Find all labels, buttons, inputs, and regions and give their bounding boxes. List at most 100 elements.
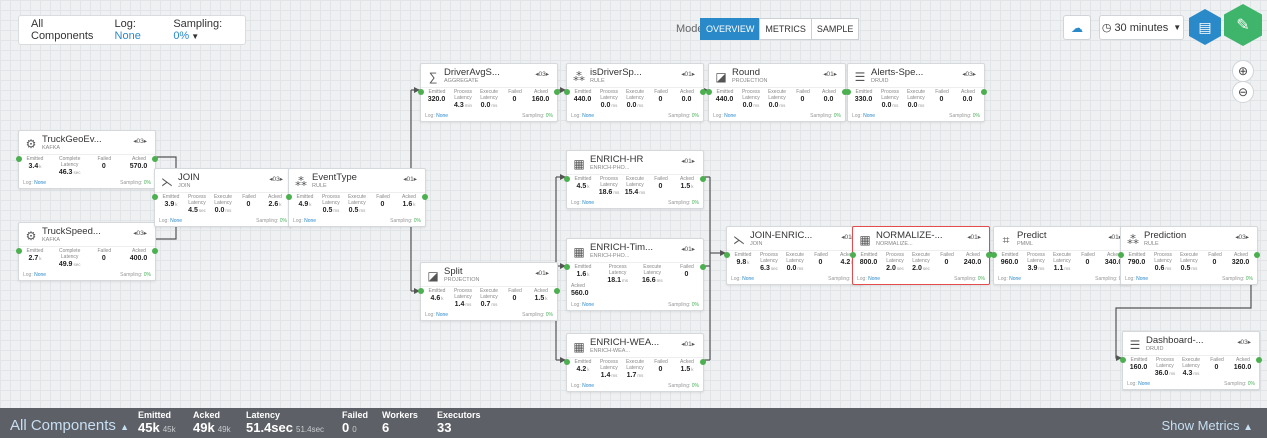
input-port[interactable] (991, 252, 997, 258)
node-alertsspe[interactable]: ☰ Alerts-Spe... DRUID ◂03▸ Emitted 330.0… (845, 63, 987, 122)
sampling-setting[interactable]: Sampling: 0% (668, 200, 699, 206)
input-port[interactable] (1118, 252, 1124, 258)
log-setting[interactable]: Log: None (731, 276, 754, 282)
log-setting[interactable]: Log: None (1125, 276, 1148, 282)
node-round[interactable]: ◪ Round PROJECTION ◂01▸ Emitted 440.0 Pr… (706, 63, 848, 122)
output-port[interactable] (1254, 252, 1260, 258)
parallelism-control[interactable]: ◂01▸ (681, 340, 695, 348)
parallelism-control[interactable]: ◂01▸ (823, 70, 837, 78)
parallelism-control[interactable]: ◂03▸ (269, 175, 283, 183)
parallelism-control[interactable]: ◂03▸ (133, 229, 147, 237)
node-truckgeo[interactable]: ⚙ TruckGeoEv... KAFKA ◂03▸ Emitted 3.4k … (16, 130, 158, 189)
input-port[interactable] (418, 288, 424, 294)
node-truckspeed[interactable]: ⚙ TruckSpeed... KAFKA ◂03▸ Emitted 2.7k … (16, 222, 158, 281)
sampling-setting[interactable]: Sampling: 0% (522, 113, 553, 119)
log-setting[interactable]: Log: None (425, 312, 448, 318)
node-normalize[interactable]: ▦ NORMALIZE-... NORMALIZE... ◂01▸ Emitte… (850, 226, 992, 285)
output-port[interactable] (1256, 357, 1262, 363)
sampling-setting[interactable]: Sampling: 0% (810, 113, 841, 119)
node-join[interactable]: ⋋ JOIN JOIN ◂03▸ Emitted 3.9k Process La… (152, 168, 294, 227)
show-metrics-button[interactable]: Show Metrics ▲ (1161, 418, 1253, 433)
parallelism-control[interactable]: ◂03▸ (1235, 233, 1249, 241)
sampling-setting[interactable]: Sampling: 0% (668, 113, 699, 119)
metric-label: Emitted (296, 194, 314, 200)
node-enrichtim[interactable]: ▦ ENRICH-Tim... ENRICH-PHO... ◂01▸ Emitt… (564, 238, 706, 311)
node-eventtype[interactable]: ⁂ EventType RULE ◂01▸ Emitted 4.9k Proce… (286, 168, 428, 227)
parallelism-control[interactable]: ◂01▸ (681, 245, 695, 253)
log-setting[interactable]: Log: None (852, 113, 875, 119)
parallelism-control[interactable]: ◂03▸ (535, 70, 549, 78)
sampling-setting[interactable]: Sampling: 0% (522, 312, 553, 318)
log-setting[interactable]: Log: None (857, 276, 880, 282)
input-port[interactable] (850, 252, 856, 258)
metric-value: 0 (512, 96, 517, 103)
parallelism-control[interactable]: ◂01▸ (535, 269, 549, 277)
metric-label: Process Latency (599, 176, 619, 188)
node-split[interactable]: ◪ Split PROJECTION ◂01▸ Emitted 4.6k Pro… (418, 262, 560, 321)
log-setting[interactable]: Log: None (571, 113, 594, 119)
metric-label: Emitted (716, 89, 734, 95)
metric-value: 1.4 (454, 301, 465, 308)
node-driveravg[interactable]: ∑ DriverAvgS... AGGREGATE ◂03▸ Emitted 3… (418, 63, 560, 122)
input-port[interactable] (16, 248, 22, 254)
log-setting[interactable]: Log: None (23, 272, 46, 278)
output-port[interactable] (700, 176, 706, 182)
input-port[interactable] (724, 252, 730, 258)
log-setting[interactable]: Log: None (293, 218, 316, 224)
output-port[interactable] (152, 248, 158, 254)
log-setting[interactable]: Log: None (571, 302, 594, 308)
node-predict[interactable]: ⌗ Predict PMML ◂01▸ Emitted 960.0 Proces… (991, 226, 1133, 285)
log-setting[interactable]: Log: None (159, 218, 182, 224)
sampling-setting[interactable]: Sampling: 0% (668, 383, 699, 389)
sampling-setting[interactable]: Sampling: 0% (120, 180, 151, 186)
output-port[interactable] (422, 194, 428, 200)
sampling-setting[interactable]: Sampling: 0% (668, 302, 699, 308)
sampling-setting[interactable]: Sampling: 0% (120, 272, 151, 278)
input-port[interactable] (286, 194, 292, 200)
log-value: None (34, 180, 47, 186)
node-dashboard[interactable]: ☰ Dashboard-... DRUID ◂03▸ Emitted 160.0… (1120, 331, 1262, 390)
output-port[interactable] (700, 264, 706, 270)
output-port[interactable] (152, 156, 158, 162)
sampling-setting[interactable]: Sampling: 0% (390, 218, 421, 224)
log-setting[interactable]: Log: None (23, 180, 46, 186)
parallelism-control[interactable]: ◂01▸ (681, 157, 695, 165)
input-port[interactable] (16, 156, 22, 162)
sampling-setting[interactable]: Sampling: 0% (1222, 276, 1253, 282)
sampling-setting[interactable]: Sampling: 0% (949, 113, 980, 119)
parallelism-control[interactable]: ◂01▸ (403, 175, 417, 183)
input-port[interactable] (1120, 357, 1126, 363)
sampling-setting[interactable]: Sampling: 0% (256, 218, 287, 224)
output-port[interactable] (554, 288, 560, 294)
input-port[interactable] (564, 264, 570, 270)
node-enrichhr[interactable]: ▦ ENRICH-HR ENRICH-PHO... ◂01▸ Emitted 4… (564, 150, 706, 209)
log-setting[interactable]: Log: None (1127, 381, 1150, 387)
node-joinenric[interactable]: ⋋ JOIN-ENRIC... JOIN ◂01▸ Emitted 9.8k P… (724, 226, 866, 285)
node-enrichwea[interactable]: ▦ ENRICH-WEA... ENRICH-WEA... ◂01▸ Emitt… (564, 333, 706, 392)
input-port[interactable] (564, 89, 570, 95)
log-setting[interactable]: Log: None (998, 276, 1021, 282)
log-setting[interactable]: Log: None (571, 200, 594, 206)
parallelism-control[interactable]: ◂03▸ (133, 137, 147, 145)
output-port[interactable] (700, 359, 706, 365)
node-prediction[interactable]: ⁂ Prediction RULE ◂03▸ Emitted 790.0 Pro… (1118, 226, 1260, 285)
output-port[interactable] (554, 89, 560, 95)
footer-components-toggle[interactable]: All Components ▲ (10, 417, 129, 434)
log-setting[interactable]: Log: None (713, 113, 736, 119)
node-isdriversp[interactable]: ⁂ isDriverSp... RULE ◂01▸ Emitted 440.0 … (564, 63, 706, 122)
input-port[interactable] (152, 194, 158, 200)
input-port[interactable] (418, 89, 424, 95)
log-setting[interactable]: Log: None (571, 383, 594, 389)
parallelism-control[interactable]: ◂01▸ (681, 70, 695, 78)
output-port[interactable] (981, 89, 987, 95)
sampling-setting[interactable]: Sampling: 0% (1224, 381, 1255, 387)
log-setting[interactable]: Log: None (425, 113, 448, 119)
input-port[interactable] (706, 89, 712, 95)
input-port[interactable] (564, 176, 570, 182)
input-port[interactable] (564, 359, 570, 365)
sampling-setting[interactable]: Sampling: 0% (954, 276, 985, 282)
parallelism-control[interactable]: ◂03▸ (1237, 338, 1251, 346)
parallelism-control[interactable]: ◂01▸ (967, 233, 981, 241)
parallelism-control[interactable]: ◂03▸ (962, 70, 976, 78)
input-port[interactable] (845, 89, 851, 95)
